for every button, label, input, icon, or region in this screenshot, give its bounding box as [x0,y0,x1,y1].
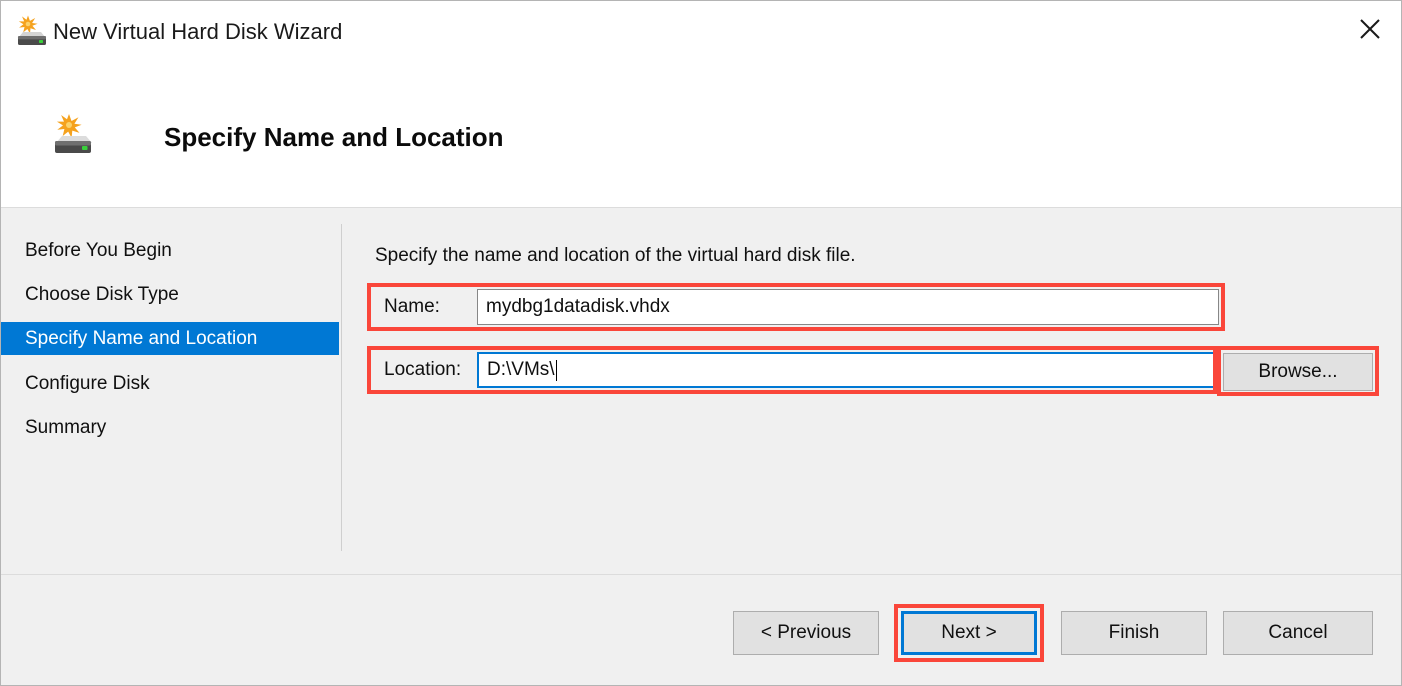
new-virtual-hard-disk-wizard-window: New Virtual Hard Disk Wizard [0,0,1402,686]
sidebar-item-choose-disk-type[interactable]: Choose Disk Type [1,278,339,311]
cancel-button-label: Cancel [1268,622,1327,644]
content-pane: Specify the name and location of the vir… [341,208,1401,574]
content-description: Specify the name and location of the vir… [375,244,856,268]
sidebar-item-label: Before You Begin [25,240,172,262]
body-area: Before You Begin Choose Disk Type Specif… [1,208,1401,574]
sidebar-item-label: Summary [25,417,106,439]
name-label: Name: [373,289,477,325]
name-field-row: Name: mydbg1datadisk.vhdx [373,289,1219,325]
sidebar-item-label: Choose Disk Type [25,284,179,306]
browse-button-label: Browse... [1258,361,1337,383]
sidebar-item-specify-name-and-location[interactable]: Specify Name and Location [1,322,339,355]
previous-button[interactable]: < Previous [733,611,879,655]
location-input[interactable]: D:\VMs\ [477,352,1217,388]
browse-button[interactable]: Browse... [1223,353,1373,391]
sidebar-item-summary[interactable]: Summary [1,411,339,444]
new-virtual-hard-disk-icon [13,15,47,49]
cancel-button[interactable]: Cancel [1223,611,1373,655]
finish-button[interactable]: Finish [1061,611,1207,655]
name-input[interactable]: mydbg1datadisk.vhdx [477,289,1219,325]
title-bar: New Virtual Hard Disk Wizard [1,1,1401,63]
new-virtual-hard-disk-icon [49,113,95,159]
close-button[interactable] [1339,1,1401,56]
sidebar-item-configure-disk[interactable]: Configure Disk [1,367,339,400]
next-button[interactable]: Next > [901,611,1037,655]
location-input-value: D:\VMs\ [487,359,555,381]
text-caret [556,360,557,381]
name-input-value: mydbg1datadisk.vhdx [486,296,670,318]
page-header: Specify Name and Location [1,63,1401,208]
window-title: New Virtual Hard Disk Wizard [53,17,342,47]
location-label: Location: [373,352,477,388]
sidebar-item-label: Specify Name and Location [25,328,257,350]
wizard-steps-sidebar: Before You Begin Choose Disk Type Specif… [1,208,339,574]
next-button-label: Next > [941,622,996,644]
close-icon [1357,16,1383,42]
finish-button-label: Finish [1109,622,1160,644]
footer-bar: < Previous Next > Finish Cancel [1,575,1401,685]
sidebar-item-label: Configure Disk [25,373,150,395]
sidebar-item-before-you-begin[interactable]: Before You Begin [1,234,339,267]
previous-button-label: < Previous [761,622,851,644]
page-title: Specify Name and Location [164,119,504,155]
location-field-row: Location: D:\VMs\ [373,352,1217,388]
